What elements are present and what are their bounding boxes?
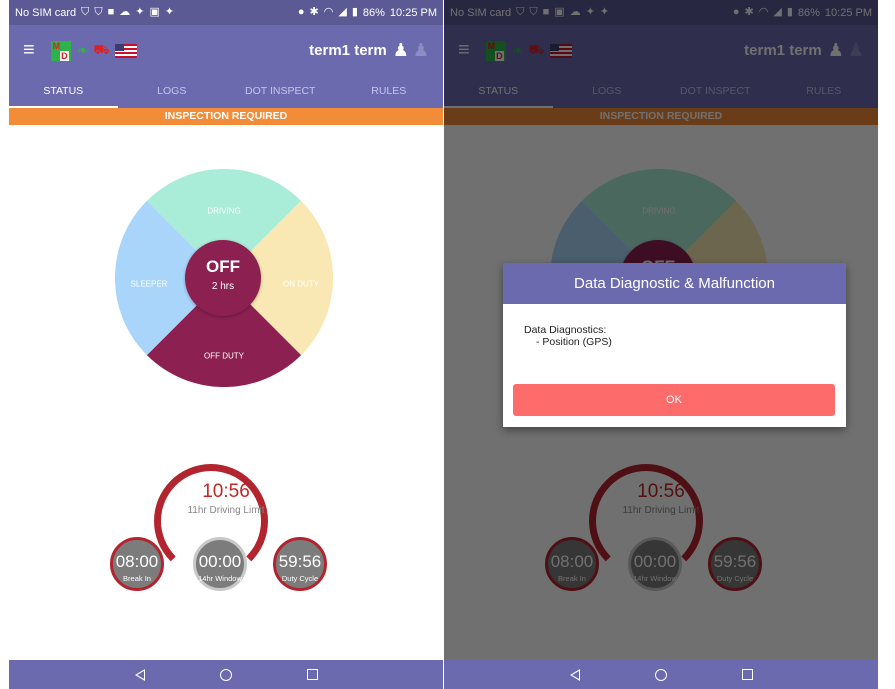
user-name: term1 term bbox=[309, 42, 387, 59]
driving-label: DRIVING bbox=[207, 206, 241, 216]
bluetooth-icon: ✱ bbox=[309, 6, 319, 18]
home-icon[interactable] bbox=[219, 668, 232, 681]
window-clock[interactable]: 00:00 14hr Window bbox=[193, 537, 247, 591]
system-nav-bar bbox=[9, 660, 443, 689]
recents-icon[interactable] bbox=[741, 669, 753, 680]
current-duration: 2 hrs bbox=[211, 281, 235, 292]
clock-time: 10:25 PM bbox=[389, 6, 437, 19]
cycle-clock[interactable]: 59:56 Duty Cycle bbox=[273, 537, 327, 591]
window-value: 00:00 bbox=[198, 552, 242, 571]
battery-icon: ▮ bbox=[351, 6, 358, 18]
driver-icon[interactable]: ♟ bbox=[393, 40, 409, 61]
tab-logs[interactable]: LOGS bbox=[118, 76, 227, 108]
sim-status: No SIM card bbox=[15, 6, 77, 19]
current-status-circle[interactable]: OFF 2 hrs bbox=[185, 240, 261, 316]
diagnostic-dialog: Data Diagnostic & Malfunction Data Diagn… bbox=[503, 263, 846, 427]
on-duty-label: ON DUTY bbox=[283, 279, 319, 289]
hamburger-icon[interactable]: ≡ bbox=[23, 39, 35, 62]
wifi-icon: ◠ bbox=[323, 6, 334, 18]
app-bar: ≡ MD ❧ ⛟ term1 term ♟ ♟ bbox=[9, 25, 443, 76]
signal-icon: ◢ bbox=[338, 6, 347, 18]
bird-icon: ✦ bbox=[135, 6, 145, 18]
inspection-banner[interactable]: INSPECTION REQUIRED bbox=[9, 108, 443, 125]
battery-level: 86% bbox=[362, 6, 385, 19]
break-label: Break In bbox=[123, 574, 151, 583]
current-status: OFF bbox=[206, 257, 240, 276]
dialog-heading: Data Diagnostics: bbox=[524, 324, 607, 336]
ok-button[interactable]: OK bbox=[513, 384, 835, 416]
cycle-value: 59:56 bbox=[278, 552, 322, 571]
image-icon: ▣ bbox=[149, 6, 160, 18]
tab-bar: STATUS LOGS DOT INSPECT RULES bbox=[9, 76, 443, 108]
app-logo: MD bbox=[50, 40, 71, 61]
status-screen: No SIM card ⛉ ⛉ ■ ☁ ✦ ▣ ✦ ● ✱ ◠ ◢ ▮ 86% … bbox=[9, 0, 443, 689]
home-icon[interactable] bbox=[654, 668, 667, 681]
shield-icon: ⛉ bbox=[81, 6, 90, 18]
back-icon[interactable] bbox=[569, 668, 580, 681]
status-screen-with-dialog: No SIM card ⛉ ⛉ ■ ▣ ☁ ✦ ✦ ● ✱ ◠ ◢ ▮ 86% … bbox=[444, 0, 878, 689]
dialog-body: Data Diagnostics: - Position (GPS) bbox=[503, 304, 846, 348]
back-icon[interactable] bbox=[134, 668, 145, 681]
tab-status[interactable]: STATUS bbox=[9, 76, 118, 108]
window-label: 14hr Window bbox=[198, 574, 242, 583]
system-status-bar: No SIM card ⛉ ⛉ ■ ☁ ✦ ▣ ✦ ● ✱ ◠ ◢ ▮ 86% … bbox=[9, 0, 443, 25]
leaf-icon[interactable]: ❧ bbox=[77, 42, 89, 59]
square-icon: ■ bbox=[107, 6, 115, 18]
off-duty-label: OFF DUTY bbox=[204, 351, 244, 361]
tab-dot-inspect[interactable]: DOT INSPECT bbox=[226, 76, 335, 108]
recents-icon[interactable] bbox=[306, 669, 318, 680]
break-value: 08:00 bbox=[115, 552, 159, 571]
driving-time: 10:56 bbox=[202, 481, 250, 502]
sleeper-label: SLEEPER bbox=[130, 279, 168, 289]
dialog-item: - Position (GPS) bbox=[536, 336, 612, 348]
dialog-title: Data Diagnostic & Malfunction bbox=[503, 263, 846, 304]
cloud-icon: ☁ bbox=[119, 6, 131, 18]
cycle-label: Duty Cycle bbox=[281, 574, 319, 583]
system-nav-bar bbox=[444, 660, 878, 689]
break-clock[interactable]: 08:00 Break In bbox=[110, 537, 164, 591]
us-flag-icon[interactable] bbox=[114, 43, 137, 58]
bird-icon: ✦ bbox=[164, 6, 175, 18]
location-icon: ● bbox=[297, 6, 305, 18]
tab-rules[interactable]: RULES bbox=[335, 76, 444, 108]
truck-icon[interactable]: ⛟ bbox=[93, 42, 109, 60]
codriver-icon[interactable]: ♟ bbox=[413, 40, 429, 61]
driving-limit-label: 11hr Driving Limit bbox=[187, 505, 265, 516]
shield-icon: ⛉ bbox=[94, 6, 103, 18]
